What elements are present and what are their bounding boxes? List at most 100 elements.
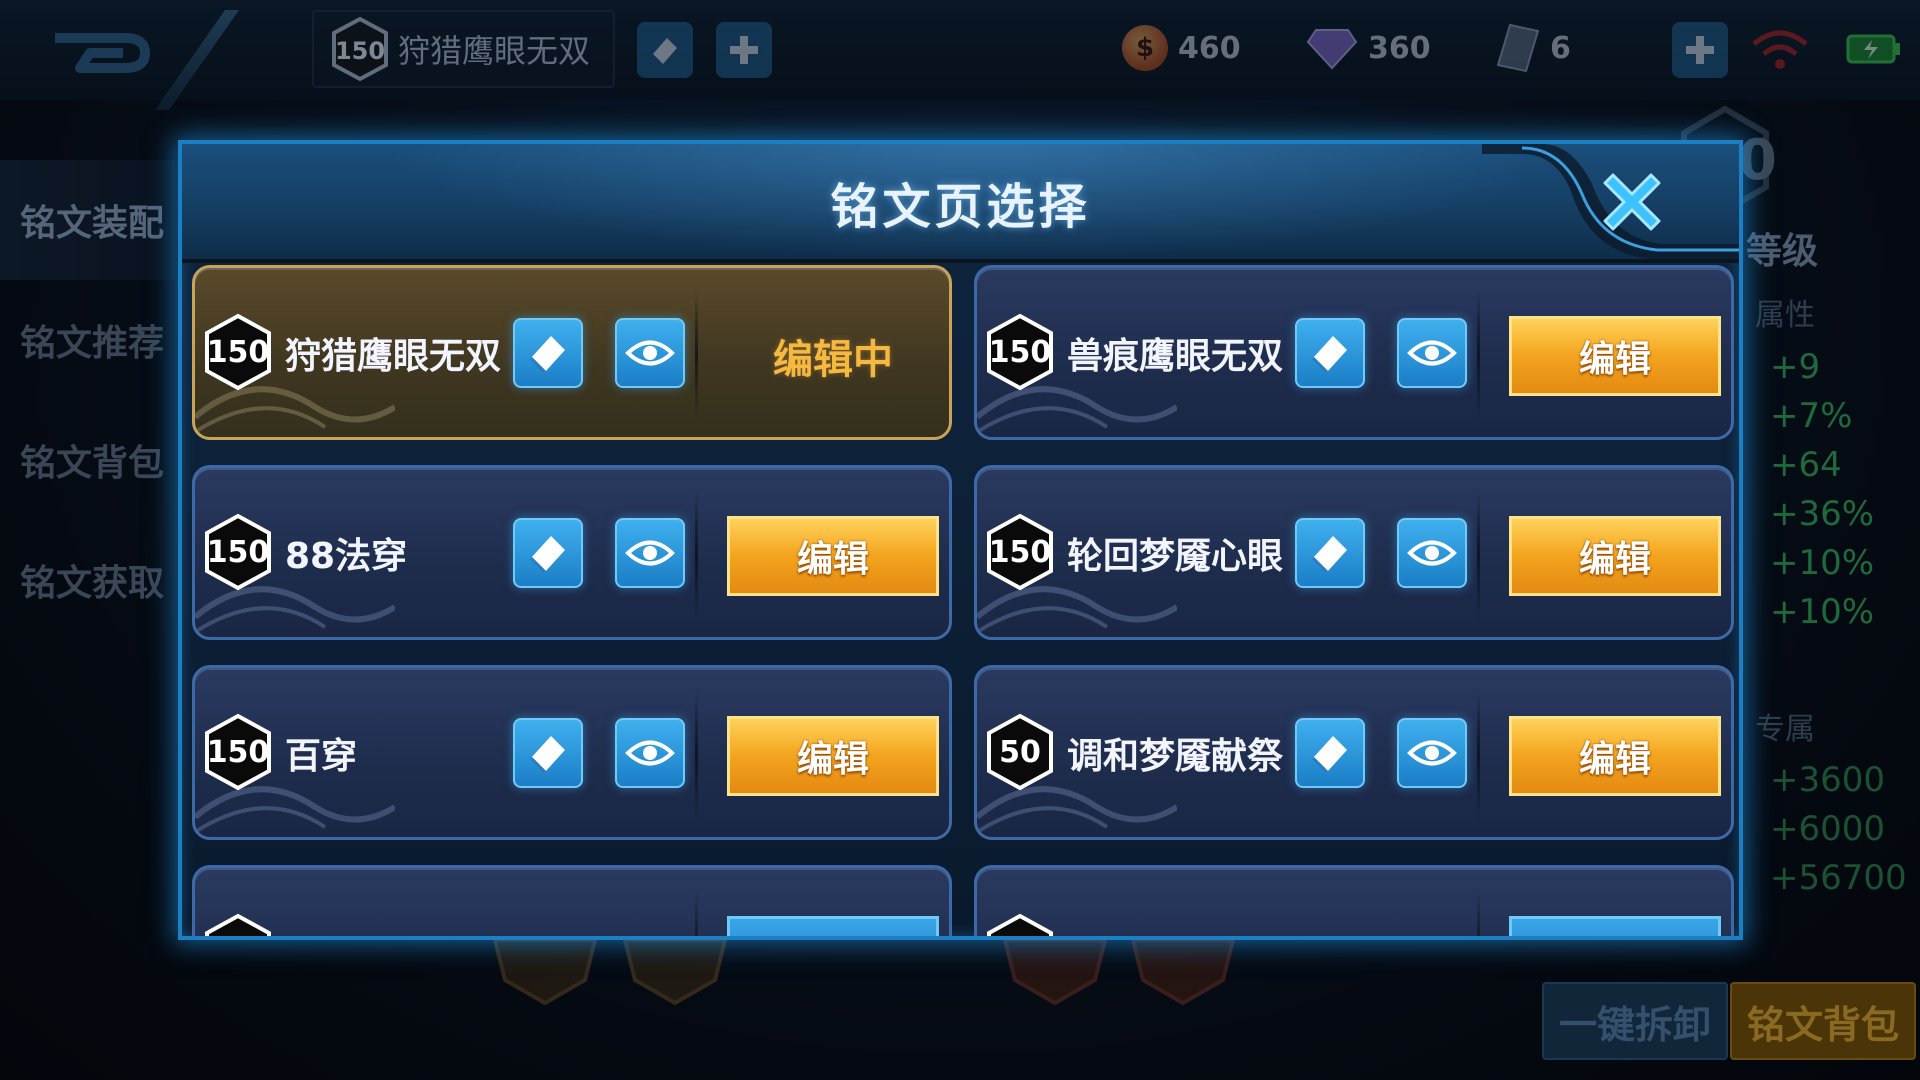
rename-button[interactable]: [513, 518, 583, 588]
edit-button[interactable]: 编辑: [1509, 516, 1721, 596]
unequip-all-button[interactable]: 一键拆卸: [1542, 982, 1728, 1060]
wifi-icon: [1752, 30, 1808, 69]
eraser-icon: [1311, 736, 1347, 774]
exclusive-label: 专属: [1755, 712, 1815, 747]
side-menu: 铭文装配 铭文推荐 铭文背包 铭文获取: [0, 160, 175, 640]
close-button[interactable]: [1592, 162, 1672, 242]
edit-button[interactable]: 编辑: [727, 516, 939, 596]
diamond-icon: [1306, 29, 1358, 70]
preview-button[interactable]: [615, 318, 685, 388]
eraser-icon: [529, 536, 565, 574]
diamond-amount: 360: [1368, 30, 1431, 66]
current-page-name: 狩猎鹰眼无双: [398, 32, 591, 70]
rune-bag-button[interactable]: 铭文背包: [1730, 982, 1916, 1060]
card-divider: [1477, 490, 1480, 620]
exclusive-value: +3600: [1770, 760, 1886, 800]
rename-button[interactable]: [1295, 318, 1365, 388]
side-item-recommend[interactable]: 铭文推荐: [0, 280, 175, 400]
battery-icon: [1846, 34, 1900, 64]
level-hexagon-icon: [205, 913, 271, 936]
rune-page-card[interactable]: 50 调和梦魇献祭 编辑: [974, 665, 1734, 840]
level-hexagon-icon: 150: [332, 16, 388, 82]
page-name: 调和梦魇献祭: [1067, 736, 1284, 777]
rune-page-card[interactable]: 150 狩猎鹰眼无双 编辑中: [192, 265, 952, 440]
back-button[interactable]: [40, 18, 160, 88]
eraser-icon: [1311, 536, 1347, 574]
preview-button[interactable]: [615, 518, 685, 588]
page-level: 150: [988, 334, 1052, 370]
eraser-icon: [653, 38, 677, 64]
page-name: 88法穿: [285, 536, 408, 577]
header-divider: [154, 10, 240, 110]
level-hexagon-icon: [987, 913, 1053, 936]
rune-slot-icon: [1130, 938, 1236, 1005]
eye-icon: [625, 540, 675, 566]
page-name: 狩猎鹰眼无双: [285, 336, 502, 377]
rune-page-card[interactable]: 150 88法穿 编辑: [192, 465, 952, 640]
page-name: 兽痕鹰眼无双: [1067, 336, 1284, 377]
eye-icon: [625, 740, 675, 766]
page-level: 150: [206, 734, 270, 770]
diamond-currency: 360: [1306, 20, 1431, 76]
edit-button[interactable]: 编辑: [1509, 316, 1721, 396]
exclusive-value: +56700: [1770, 858, 1907, 898]
side-item-equip[interactable]: 铭文装配: [0, 160, 175, 280]
dialog-title: 铭文页选择: [830, 178, 1091, 235]
preview-button[interactable]: [615, 718, 685, 788]
voucher-amount: 6: [1550, 30, 1571, 66]
preview-button[interactable]: [1397, 318, 1467, 388]
edit-button[interactable]: 编辑: [1509, 716, 1721, 796]
preview-button[interactable]: [1397, 718, 1467, 788]
preview-button[interactable]: [1397, 518, 1467, 588]
level-label: 等级: [1746, 231, 1819, 272]
rune-page-card[interactable]: 150 百穿 编辑: [192, 665, 952, 840]
rune-page-card[interactable]: 铭文页7: [192, 865, 952, 936]
stat-value: +10%: [1770, 543, 1875, 583]
side-item-obtain[interactable]: 铭文获取: [0, 520, 175, 640]
edit-button[interactable]: [1509, 916, 1721, 936]
card-divider: [1477, 290, 1480, 420]
page-name: 轮回梦魇心眼: [1067, 536, 1284, 577]
rune-page-card[interactable]: 150 兽痕鹰眼无双 编辑: [974, 265, 1734, 440]
level-number: 0: [1738, 128, 1777, 193]
exclusive-value: +6000: [1770, 809, 1886, 849]
close-icon: [1603, 173, 1661, 231]
editing-status: 编辑中: [773, 337, 893, 383]
card-divider: [695, 290, 698, 420]
stat-value: +10%: [1770, 592, 1875, 632]
edit-button[interactable]: [727, 916, 939, 936]
add-page-button[interactable]: [716, 22, 772, 78]
rune-page-card[interactable]: 150 轮回梦魇心眼 编辑: [974, 465, 1734, 640]
page-name: 百穿: [285, 736, 358, 777]
rename-button[interactable]: [513, 318, 583, 388]
stat-value: +64: [1770, 445, 1842, 485]
top-bar: 150 狩猎鹰眼无双 $ 460 360 6: [0, 0, 1920, 110]
rename-top-button[interactable]: [637, 22, 693, 78]
voucher-currency: 6: [1496, 20, 1571, 76]
recharge-button[interactable]: [1672, 22, 1728, 78]
eye-icon: [1407, 540, 1457, 566]
rename-button[interactable]: [1295, 518, 1365, 588]
gold-coin-icon: $: [1122, 25, 1168, 71]
page-level: 150: [206, 534, 270, 570]
eye-icon: [625, 340, 675, 366]
eye-icon: [1407, 340, 1457, 366]
eraser-icon: [529, 736, 565, 774]
chip-level-text: 150: [335, 37, 385, 65]
stat-value: +36%: [1770, 494, 1875, 534]
page-level: 150: [206, 334, 270, 370]
edit-button[interactable]: 编辑: [727, 716, 939, 796]
rename-button[interactable]: [513, 718, 583, 788]
rename-button[interactable]: [1295, 718, 1365, 788]
rune-slot-icon: [492, 938, 598, 1005]
rune-page-select-dialog: 铭文页选择 150 狩猎鹰眼无双 编辑中 150 兽痕鹰眼无双 编辑 150 8…: [178, 140, 1743, 940]
stat-value: +9: [1770, 347, 1821, 387]
rune-page-list: 150 狩猎鹰眼无双 编辑中 150 兽痕鹰眼无双 编辑 150 88法穿 编辑…: [182, 259, 1739, 936]
gold-currency: $ 460: [1122, 20, 1241, 76]
side-item-bag[interactable]: 铭文背包: [0, 400, 175, 520]
current-page-chip[interactable]: 150 狩猎鹰眼无双: [312, 10, 615, 88]
card-divider: [695, 490, 698, 620]
page-name: 铭文页8: [1097, 918, 1327, 936]
page-name: 铭文页7: [315, 918, 545, 936]
rune-page-card[interactable]: 铭文页8: [974, 865, 1734, 936]
